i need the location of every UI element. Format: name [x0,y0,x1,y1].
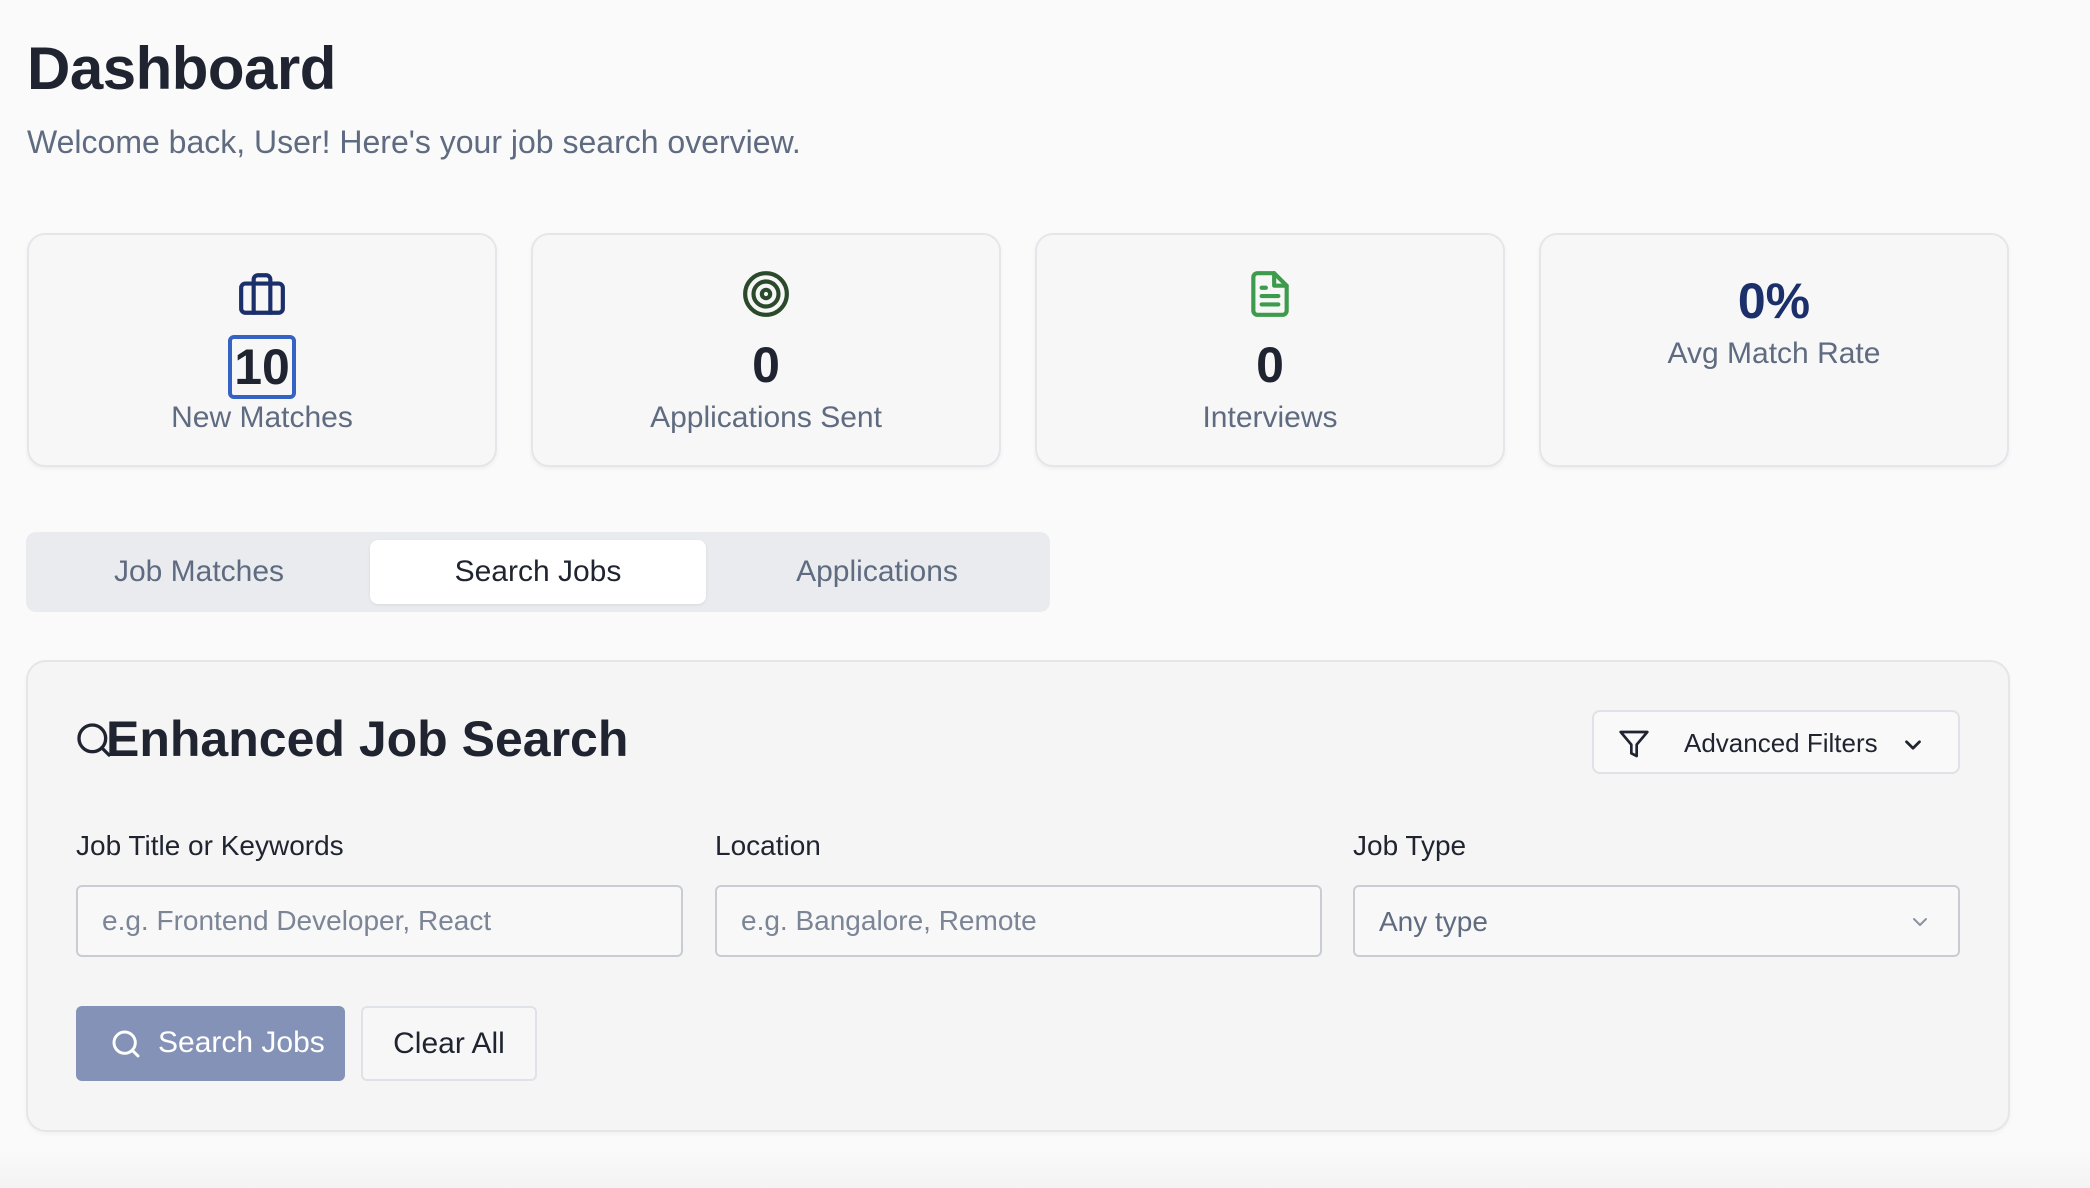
stat-card-interviews: 0 Interviews [1035,233,1505,467]
chevron-down-icon [1913,918,1927,926]
stat-label: Avg Match Rate [1667,337,1881,370]
briefcase-icon [239,273,285,315]
location-label: Location [715,830,821,861]
panel-title: Enhanced Job Search [106,711,629,767]
page-subtitle: Welcome back, User! Here's your job sear… [27,124,801,160]
stat-label: New Matches [171,401,353,434]
page-bottom-edge [0,1150,2090,1188]
filter-icon [1619,730,1649,758]
location-input[interactable] [715,885,1322,957]
clear-all-button[interactable]: Clear All [361,1006,537,1081]
search-jobs-label: Search Jobs [158,1026,325,1059]
job-type-value: Any type [1379,906,1488,937]
page-title: Dashboard [27,35,336,102]
dashboard-page: Dashboard Welcome back, User! Here's you… [0,0,2090,1188]
job-type-select[interactable]: Any type [1353,885,1960,957]
advanced-filters-label: Advanced Filters [1684,728,1878,758]
stat-value: 0 [752,337,780,393]
tab-applications[interactable]: Applications [712,540,1042,604]
stat-label: Applications Sent [650,401,882,434]
document-icon [1251,271,1289,317]
stat-value: 10 [228,335,296,399]
stat-card-applications-sent: 0 Applications Sent [531,233,1001,467]
stat-card-avg-match-rate: 0% Avg Match Rate [1539,233,2009,467]
chevron-down-icon [1905,740,1921,750]
job-type-label: Job Type [1353,830,1467,861]
stat-value: 0% [1737,273,1811,329]
tab-bar: Job Matches Search Jobs Applications [26,532,1050,612]
search-jobs-button[interactable]: Search Jobs [76,1006,345,1081]
stat-value: 0 [1256,337,1284,393]
advanced-filters-button[interactable]: Advanced Filters [1592,710,1960,774]
keywords-input[interactable] [76,885,683,957]
keywords-label: Job Title or Keywords [76,830,344,861]
tab-search-jobs[interactable]: Search Jobs [370,540,706,604]
target-icon [743,271,789,317]
stat-label: Interviews [1202,401,1338,434]
search-icon [112,1030,140,1058]
stat-card-new-matches: 10 New Matches [27,233,497,467]
tab-job-matches[interactable]: Job Matches [34,540,364,604]
